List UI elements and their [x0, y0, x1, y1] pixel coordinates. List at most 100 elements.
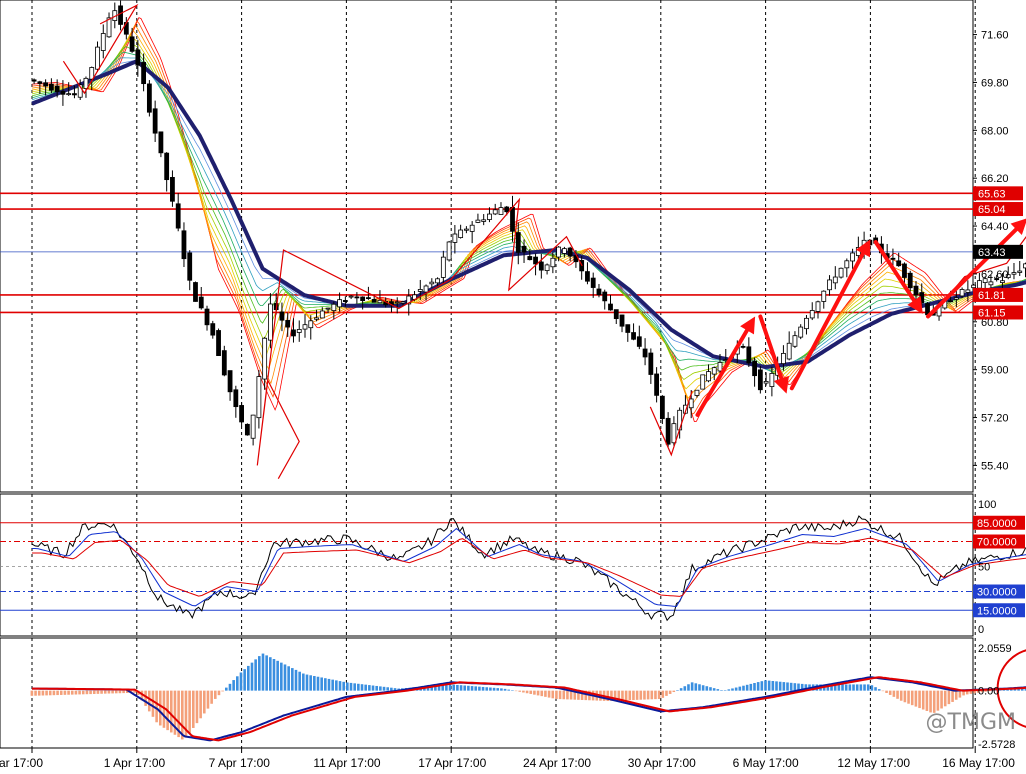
candle-body	[366, 297, 371, 300]
stochastic-y-tick-label: 50	[978, 562, 990, 574]
macd-histogram-bar	[228, 683, 232, 691]
macd-histogram-bar	[478, 686, 481, 691]
macd-histogram-bar	[272, 659, 276, 691]
candle-body	[146, 83, 152, 113]
macd-histogram-bar	[690, 682, 694, 691]
candle-body	[152, 108, 158, 134]
macd-histogram-bar	[52, 690, 56, 696]
macd-histogram-bar	[70, 690, 74, 695]
candle-body	[590, 277, 596, 288]
candle-body	[475, 219, 481, 223]
macd-histogram-bar	[45, 690, 48, 696]
candle-body	[625, 324, 631, 333]
candle-body	[809, 310, 815, 319]
stochastic-y-tick-label: 100	[978, 499, 996, 511]
macd-histogram-bar	[639, 690, 643, 700]
macd-histogram-bar	[122, 690, 125, 694]
macd-histogram-bar	[705, 686, 709, 691]
macd-histogram-bar	[870, 685, 874, 691]
candle-body	[567, 247, 573, 257]
candle-body	[198, 296, 204, 309]
macd-histogram-bar	[269, 657, 272, 691]
stochastic-y-tick-label: 0	[978, 624, 984, 636]
candle-body	[948, 300, 953, 303]
macd-histogram-bar	[635, 690, 639, 700]
macd-histogram-bar	[760, 681, 764, 691]
candle-body	[850, 252, 855, 262]
macd-histogram-bar	[155, 690, 158, 723]
macd-histogram-bar	[786, 682, 789, 691]
macd-histogram-bar	[236, 676, 239, 691]
candle-body	[902, 263, 907, 278]
candle-body	[896, 260, 902, 267]
macd-histogram-bar	[81, 690, 85, 695]
candle-body	[613, 309, 619, 320]
x-tick-label: 24 Apr 17:00	[523, 756, 591, 770]
candle-body	[608, 303, 613, 311]
macd-histogram-bar	[280, 662, 283, 691]
candle-body	[118, 5, 123, 25]
macd-histogram-bar	[243, 669, 246, 691]
macd-histogram-bar	[118, 690, 122, 694]
macd-histogram-bar	[48, 690, 52, 696]
candle-body	[596, 288, 602, 296]
macd-histogram-bar	[74, 690, 78, 695]
macd-histogram-bar	[92, 690, 96, 694]
macd-histogram-bar	[353, 683, 356, 691]
x-tick-label: 7 Apr 17:00	[209, 756, 271, 770]
stochastic-level-badge-label: 70.0000	[977, 537, 1017, 549]
candle-body	[786, 342, 792, 360]
macd-histogram-bar	[529, 690, 533, 694]
macd-histogram-bar	[496, 688, 500, 691]
macd-histogram-bar	[731, 688, 734, 691]
candle-body	[665, 417, 671, 445]
macd-histogram-bar	[147, 690, 151, 712]
candle-body	[838, 267, 844, 278]
macd-histogram-bar	[225, 687, 228, 691]
macd-histogram-bar	[470, 686, 474, 691]
macd-histogram-bar	[852, 684, 855, 691]
candle-body	[700, 374, 706, 390]
macd-histogram-bar	[738, 686, 742, 691]
macd-histogram-bar	[324, 678, 327, 691]
macd-histogram-bar	[37, 690, 41, 696]
macd-histogram-bar	[654, 690, 657, 700]
macd-histogram-bar	[56, 690, 59, 696]
candle-body	[469, 224, 475, 232]
candle-body	[694, 389, 700, 396]
macd-histogram-bar	[214, 690, 217, 699]
candle-body	[256, 376, 262, 419]
x-tick-label: 17 Apr 17:00	[418, 756, 486, 770]
candle-body	[175, 203, 181, 229]
candle-body	[971, 284, 977, 289]
macd-histogram-bar	[456, 684, 459, 691]
candle-body	[181, 230, 187, 260]
candle-body	[187, 252, 193, 281]
macd-histogram-bar	[199, 690, 202, 719]
macd-histogram-bar	[96, 690, 100, 694]
x-tick-label: 16 May 17:00	[942, 756, 1015, 770]
macd-histogram-bar	[202, 690, 206, 714]
macd-histogram-bar	[41, 690, 45, 696]
candle-body	[291, 329, 296, 337]
macd-histogram-bar	[767, 680, 771, 691]
macd-histogram-bar	[643, 690, 646, 700]
macd-histogram-bar	[103, 690, 107, 694]
candle-body	[648, 352, 654, 375]
candle-body	[988, 281, 994, 286]
macd-histogram-bar	[720, 690, 723, 691]
candle-body	[250, 414, 256, 439]
candle-body	[585, 271, 590, 282]
macd-histogram-bar	[518, 690, 522, 692]
macd-histogram-bar	[525, 690, 529, 694]
macd-histogram-bar	[896, 690, 899, 699]
macd-histogram-bar	[958, 690, 962, 698]
macd-histogram-bar	[621, 690, 624, 701]
price-level-badge-label: 63.43	[978, 247, 1006, 259]
candle-body	[913, 285, 919, 296]
candle-body	[314, 317, 319, 320]
candle-body	[752, 360, 757, 377]
macd-histogram-bar	[342, 681, 345, 691]
candle-body	[498, 207, 504, 215]
candle-body	[832, 276, 838, 284]
